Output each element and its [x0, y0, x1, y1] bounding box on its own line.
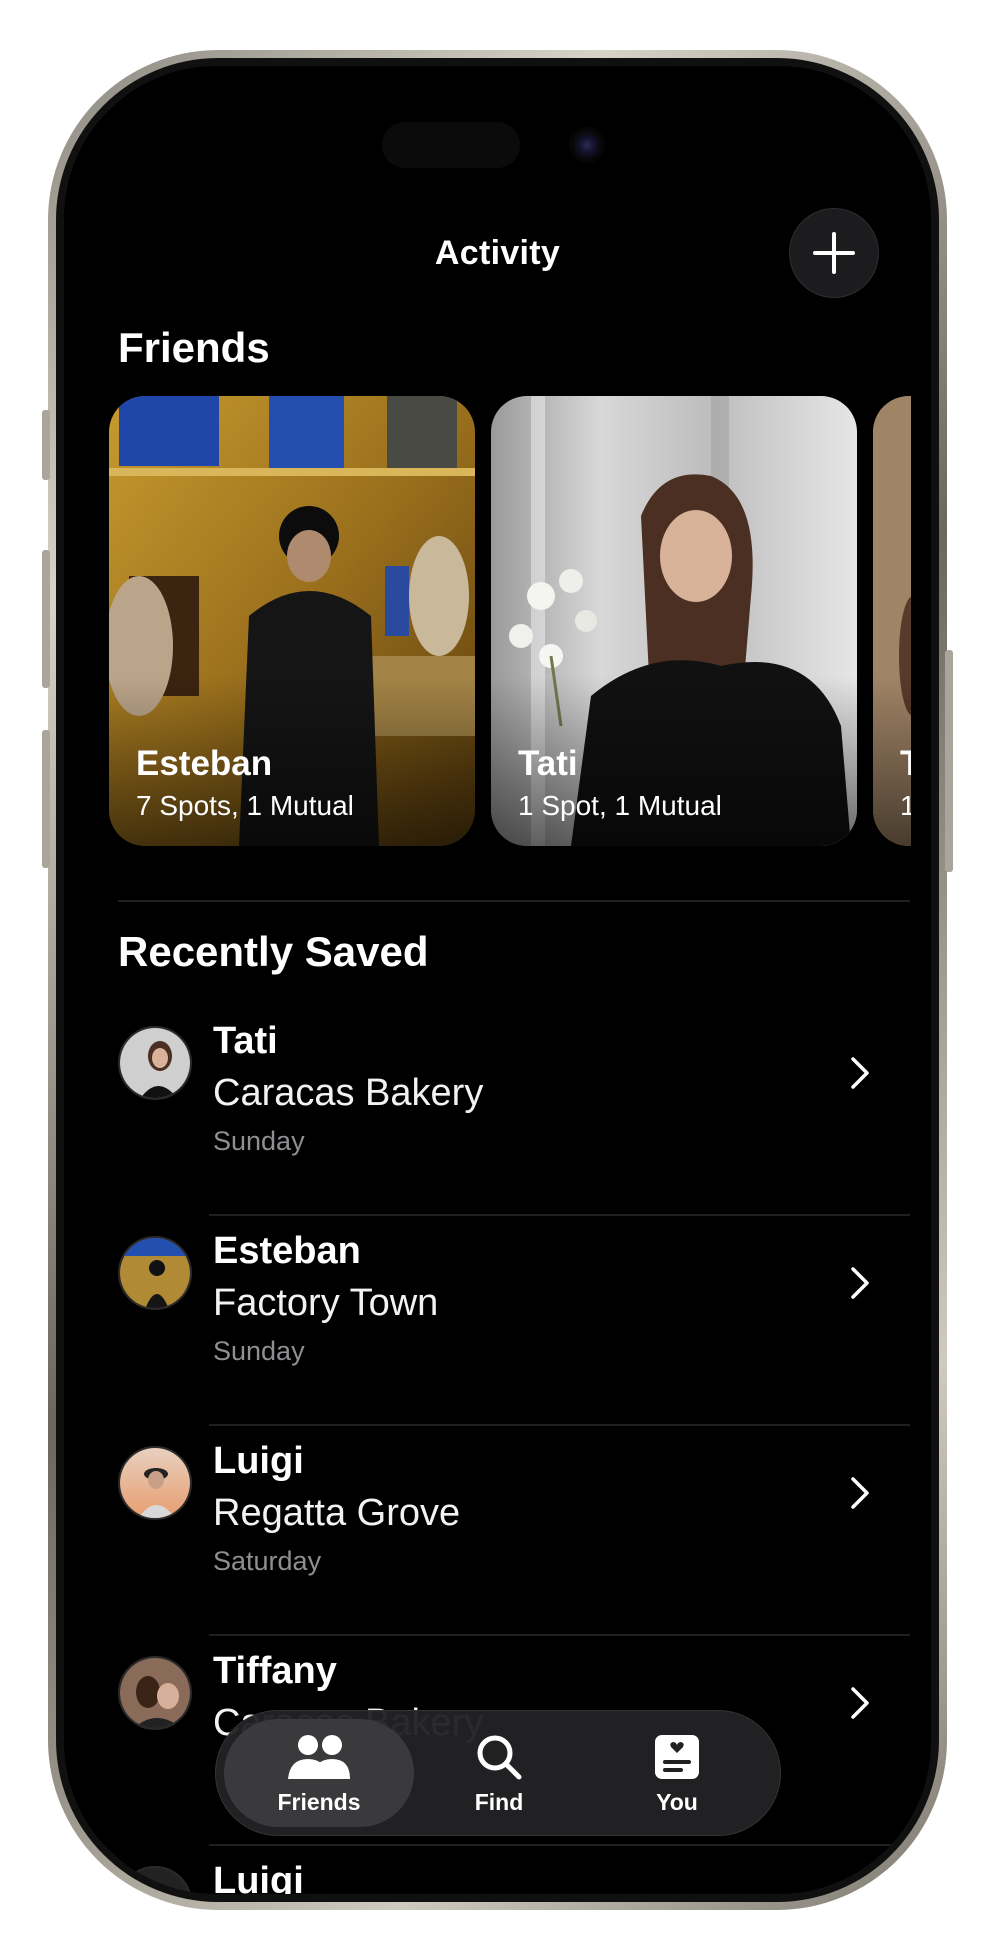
action-button [42, 410, 50, 480]
place-name: Regatta Grove [213, 1492, 461, 1534]
friends-section-title: Friends [118, 324, 270, 371]
saved-day: Sunday [213, 1336, 305, 1366]
camera-lens [569, 127, 605, 163]
place-name: Caracas Bakery [213, 1072, 484, 1114]
avatar [118, 1656, 192, 1730]
chevron-right-icon [851, 1057, 869, 1089]
friend-name: Tati [518, 744, 578, 783]
friend-name: Esteban [213, 1230, 361, 1272]
avatar [118, 1866, 192, 1894]
chevron-right-icon [851, 1477, 869, 1509]
profile-card-icon [655, 1735, 699, 1779]
friend-name: Esteban [136, 744, 273, 783]
recent-section-title: Recently Saved [118, 928, 429, 975]
search-icon [477, 1735, 522, 1780]
tab-you[interactable]: You [582, 1719, 772, 1827]
people-icon [288, 1735, 350, 1779]
tab-label: Find [474, 1789, 524, 1815]
add-button[interactable] [789, 208, 879, 298]
plus-icon [813, 232, 855, 274]
avatar [118, 1026, 192, 1100]
tab-label: You [656, 1789, 698, 1815]
list-item[interactable]: Luigi [64, 1846, 931, 1894]
tab-find[interactable]: Find [404, 1719, 594, 1827]
chevron-right-icon [851, 1687, 869, 1719]
volume-down-button [42, 730, 50, 868]
power-button [945, 650, 953, 872]
saved-day: Sunday [213, 1126, 305, 1156]
chevron-right-icon [851, 1267, 869, 1299]
friend-stats: 7 Spots, 1 Mutual [136, 790, 354, 821]
list-item[interactable]: Tati Caracas Bakery Sunday [64, 1006, 931, 1216]
friend-stats: 1 [900, 790, 911, 821]
friend-name: T [900, 744, 911, 783]
friend-card-partial[interactable]: T 1 [873, 396, 911, 846]
friend-card-esteban[interactable]: Esteban 7 Spots, 1 Mutual [109, 396, 475, 846]
avatar [118, 1446, 192, 1520]
dynamic-island [382, 122, 520, 168]
friends-carousel[interactable]: Esteban 7 Spots, 1 Mutual Tati 1 Spot, 1… [109, 396, 911, 848]
friend-name: Luigi [213, 1440, 304, 1482]
tab-friends[interactable]: Friends [224, 1719, 414, 1827]
friend-name: Tiffany [213, 1650, 337, 1692]
friend-name: Luigi [213, 1860, 304, 1894]
tab-label: Friends [277, 1789, 361, 1815]
volume-up-button [42, 550, 50, 688]
tab-bar: Friends Find You [215, 1710, 781, 1836]
friend-card-tati[interactable]: Tati 1 Spot, 1 Mutual [491, 396, 857, 846]
friend-stats: 1 Spot, 1 Mutual [518, 790, 722, 821]
list-item[interactable]: Luigi Regatta Grove Saturday [64, 1426, 931, 1636]
screen: Activity Friends Esteban 7 Spots, 1 Mutu… [64, 66, 931, 1894]
avatar [118, 1236, 192, 1310]
list-item[interactable]: Esteban Factory Town Sunday [64, 1216, 931, 1426]
place-name: Factory Town [213, 1282, 439, 1324]
friend-name: Tati [213, 1020, 278, 1062]
saved-day: Saturday [213, 1546, 322, 1576]
section-divider [118, 900, 910, 902]
